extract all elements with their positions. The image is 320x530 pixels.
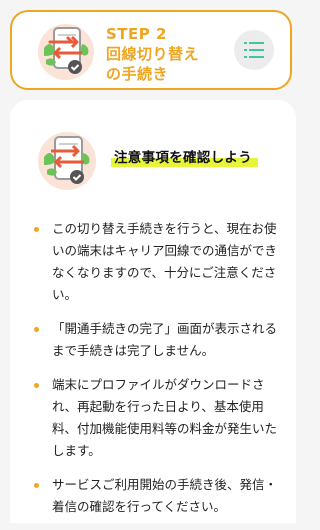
step-title-line1: 回線切り替え bbox=[106, 45, 200, 63]
caution-illustration-icon bbox=[36, 130, 98, 192]
bullet-dot-icon bbox=[34, 483, 39, 488]
caution-heading-text: 注意事項を確認しよう bbox=[114, 150, 252, 166]
step-title-line2: の手続き bbox=[106, 65, 169, 83]
list-item: 端末にプロファイルがダウンロードされ、再起動を行った日より、基本使用料、付加機能… bbox=[30, 374, 286, 462]
menu-button[interactable] bbox=[234, 30, 274, 70]
caution-heading: 注意事項を確認しよう bbox=[110, 148, 256, 168]
list-item: 「開通手続きの完了」画面が表示されるまで手続きは完了しません。 bbox=[30, 318, 286, 362]
list-menu-icon bbox=[244, 42, 264, 58]
list-item: サービスご利用開始の手続き後、発信・着信の確認を行ってください。 bbox=[30, 474, 286, 518]
list-item: この切り替え手続きを行うと、現在お使いの端末はキャリア回線での通信ができなくなり… bbox=[30, 218, 286, 306]
bullet-dot-icon bbox=[34, 327, 39, 332]
step-title: STEP 2 回線切り替え の手続き bbox=[106, 24, 199, 84]
caution-list: この切り替え手続きを行うと、現在お使いの端末はキャリア回線での通信ができなくなり… bbox=[30, 218, 286, 530]
note-text: 端末にプロファイルがダウンロードされ、再起動を行った日より、基本使用料、付加機能… bbox=[52, 377, 278, 458]
step-label: STEP 2 bbox=[106, 25, 167, 43]
caution-heading-wrap: 注意事項を確認しよう bbox=[110, 148, 258, 168]
step-header-card: STEP 2 回線切り替え の手続き bbox=[10, 10, 292, 90]
note-text: この切り替え手続きを行うと、現在お使いの端末はキャリア回線での通信ができなくなり… bbox=[52, 221, 278, 302]
bullet-dot-icon bbox=[34, 383, 39, 388]
bullet-dot-icon bbox=[34, 227, 39, 232]
note-text: サービスご利用開始の手続き後、発信・着信の確認を行ってください。 bbox=[52, 477, 278, 514]
note-text: 「開通手続きの完了」画面が表示されるまで手続きは完了しません。 bbox=[52, 321, 278, 358]
caution-card: 注意事項を確認しよう この切り替え手続きを行うと、現在お使いの端末はキャリア回線… bbox=[10, 100, 296, 523]
line-switch-illustration-icon bbox=[36, 22, 96, 82]
